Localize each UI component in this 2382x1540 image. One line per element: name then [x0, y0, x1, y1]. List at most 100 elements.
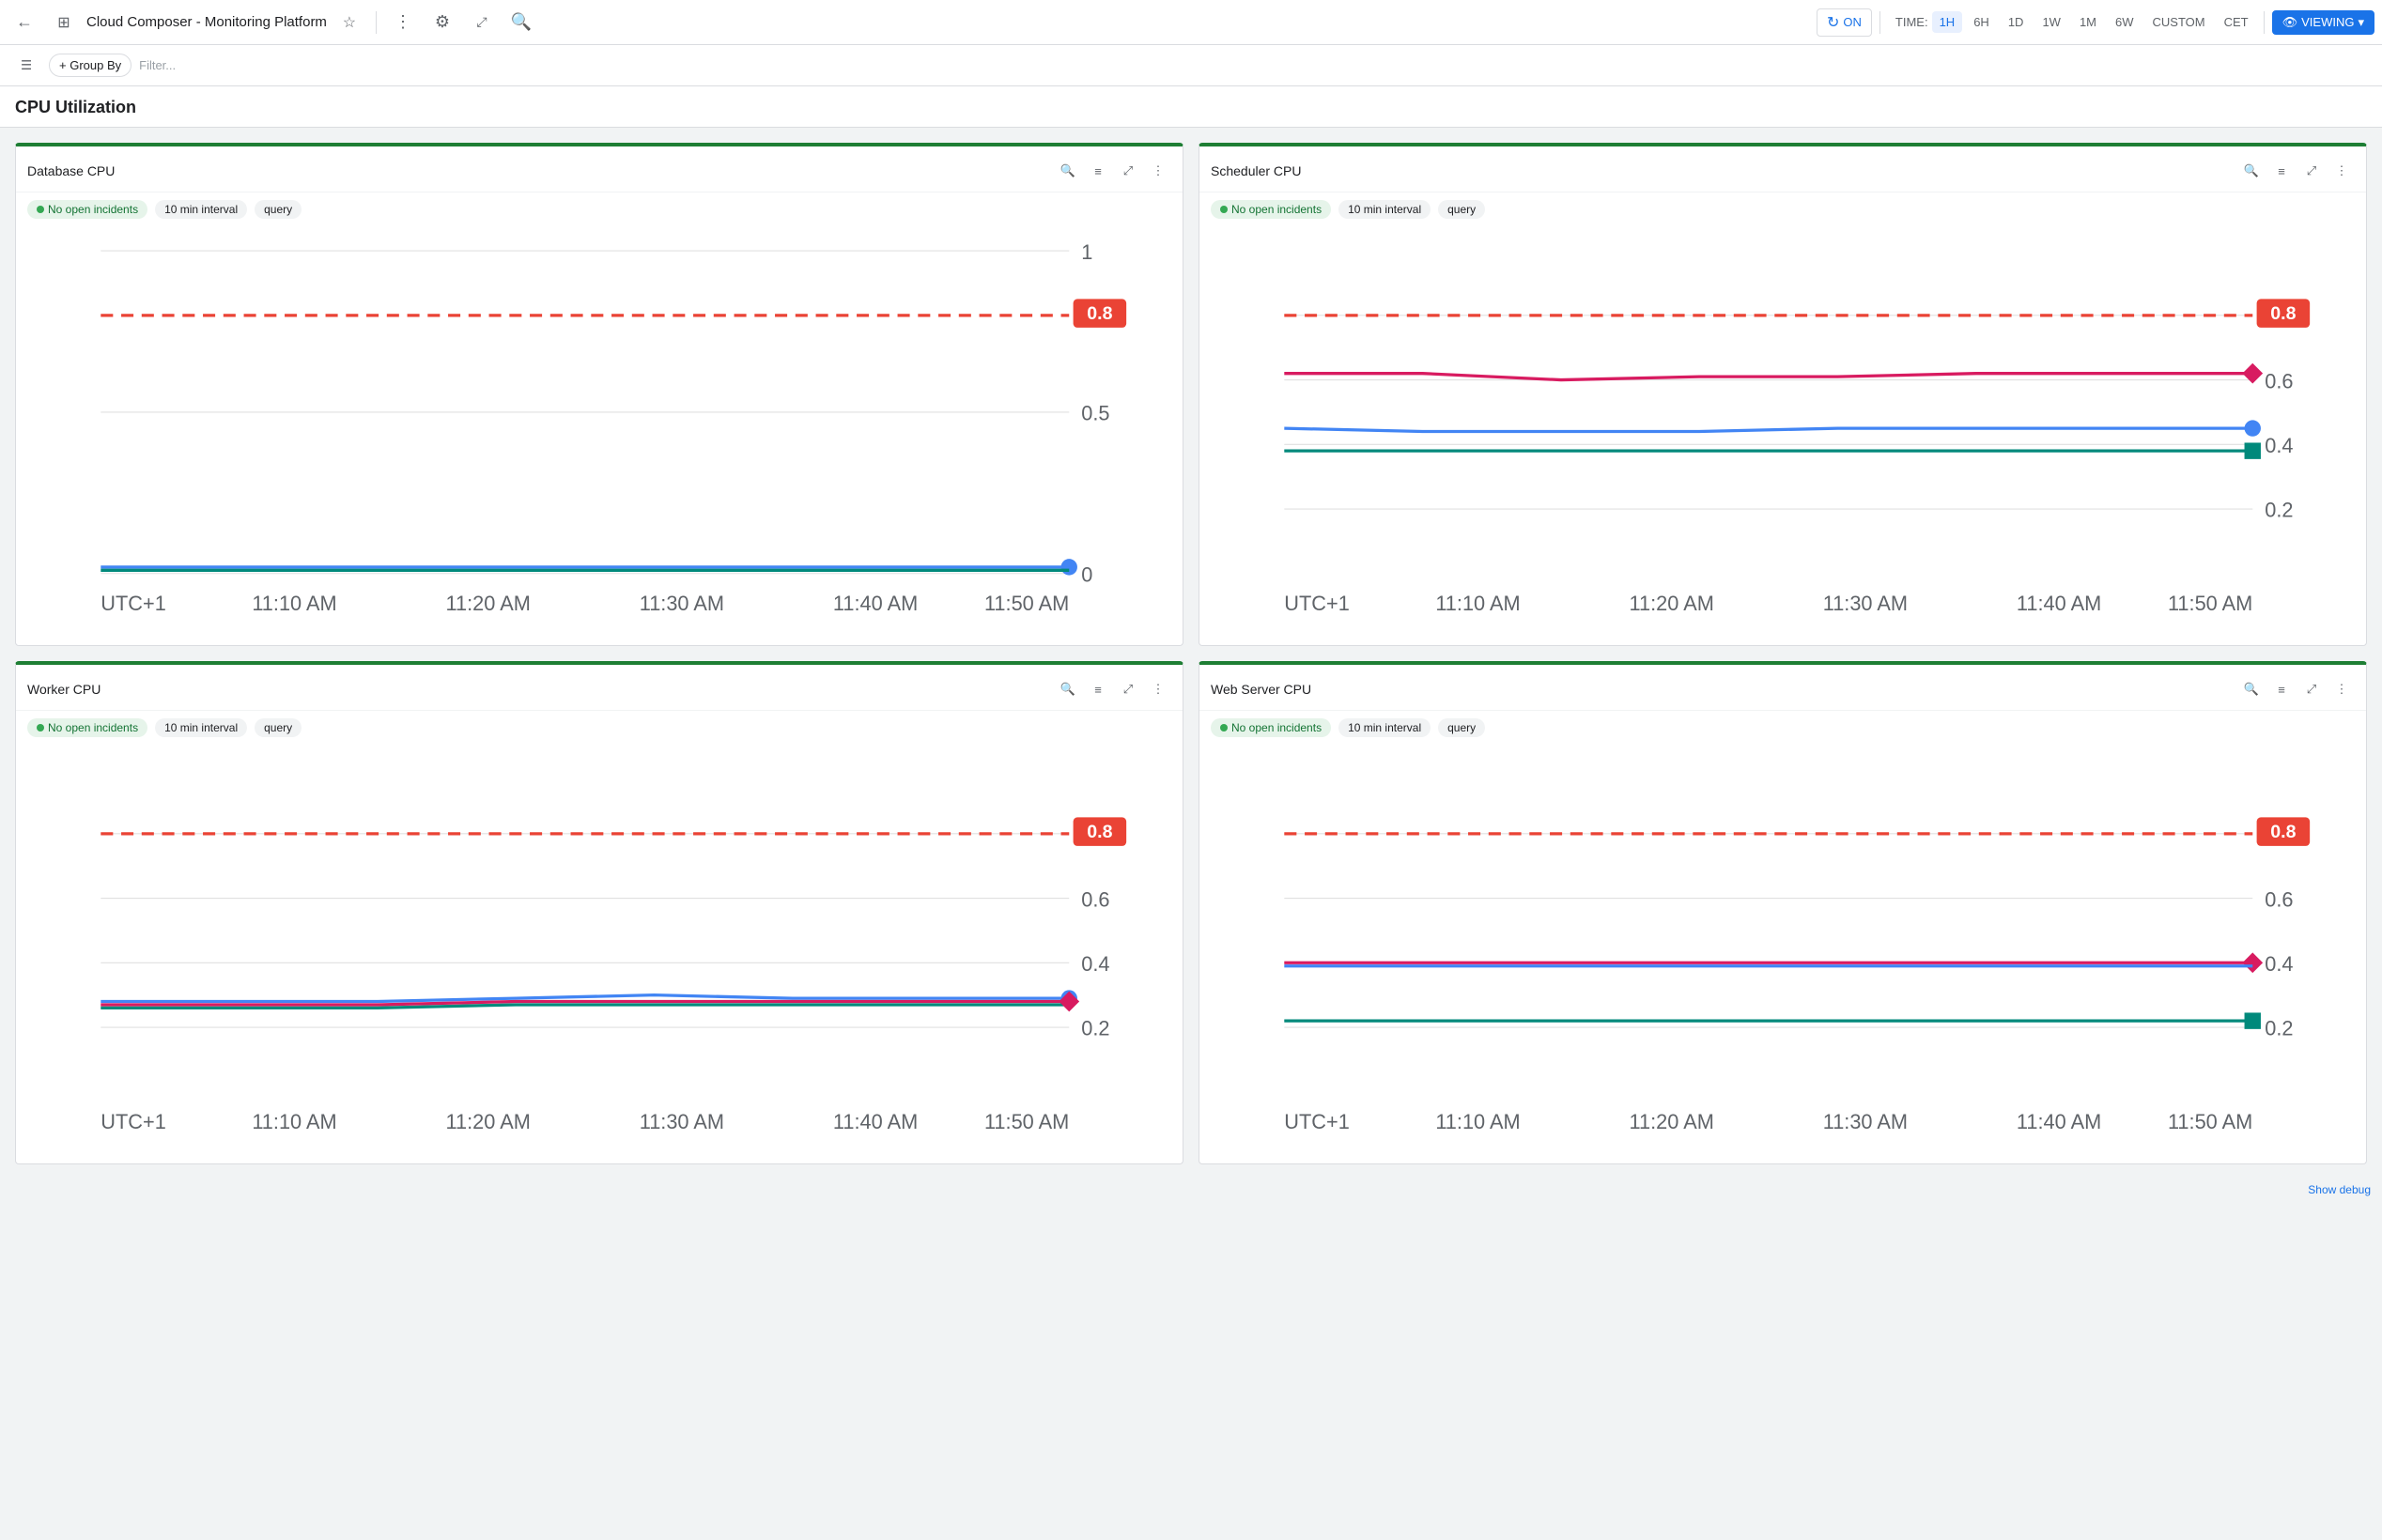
svg-text:11:30 AM: 11:30 AM — [640, 1110, 724, 1133]
chart-legend-icon-web-server-cpu[interactable]: ≡ — [2268, 676, 2295, 702]
chart-card-worker-cpu: Worker CPU🔍≡⤢⋮ No open incidents10 min i… — [15, 661, 1183, 1164]
refresh-icon: ↻ — [1827, 13, 1839, 32]
legend-icon: ≡ — [2278, 683, 2285, 697]
svg-text:0.6: 0.6 — [2265, 369, 2293, 393]
chart-body-database-cpu: 00.510.8UTC+111:10 AM11:20 AM11:30 AM11:… — [16, 226, 1183, 645]
chart-zoom-icon-web-server-cpu[interactable]: 🔍 — [2238, 676, 2265, 702]
chart-fullscreen-icon-worker-cpu[interactable]: ⤢ — [1115, 676, 1141, 702]
chart-card-scheduler-cpu: Scheduler CPU🔍≡⤢⋮ No open incidents10 mi… — [1199, 143, 2367, 646]
chart-title-web-server-cpu: Web Server CPU — [1211, 682, 1311, 697]
star-button[interactable]: ☆ — [333, 6, 366, 39]
incidents-badge-web-server-cpu: No open incidents — [1211, 718, 1331, 737]
more-options-button[interactable]: ⋮ — [386, 6, 420, 39]
search-icon: 🔍 — [511, 12, 532, 32]
svg-text:0.6: 0.6 — [1081, 887, 1109, 911]
settings-button[interactable]: ⚙ — [425, 6, 459, 39]
chart-fullscreen-icon-database-cpu[interactable]: ⤢ — [1115, 158, 1141, 184]
filter-placeholder: Filter... — [139, 58, 176, 72]
time-custom-button[interactable]: CUSTOM — [2145, 11, 2213, 33]
time-6h-button[interactable]: 6H — [1966, 11, 1997, 33]
fullscreen-icon: ⤢ — [1123, 682, 1133, 697]
show-debug-link[interactable]: Show debug — [0, 1179, 2382, 1200]
time-cet-button[interactable]: CET — [2217, 11, 2256, 33]
svg-text:11:30 AM: 11:30 AM — [640, 592, 724, 615]
svg-text:11:40 AM: 11:40 AM — [2017, 592, 2101, 615]
chart-card-database-cpu: Database CPU🔍≡⤢⋮ No open incidents10 min… — [15, 143, 1183, 646]
svg-text:11:30 AM: 11:30 AM — [1823, 592, 1908, 615]
green-dot — [37, 206, 44, 213]
svg-text:0.4: 0.4 — [1081, 952, 1109, 976]
svg-text:11:20 AM: 11:20 AM — [446, 592, 531, 615]
chart-header-scheduler-cpu: Scheduler CPU 🔍 ≡ ⤢ ⋮ — [1199, 146, 2366, 192]
chart-fullscreen-icon-scheduler-cpu[interactable]: ⤢ — [2298, 158, 2325, 184]
query-tag-web-server-cpu: query — [1438, 718, 1485, 737]
svg-text:0.4: 0.4 — [2265, 434, 2293, 457]
chart-actions-web-server-cpu: 🔍 ≡ ⤢ ⋮ — [2238, 676, 2355, 702]
svg-text:0.6: 0.6 — [2265, 887, 2293, 911]
chart-fullscreen-icon-web-server-cpu[interactable]: ⤢ — [2298, 676, 2325, 702]
menu-button[interactable]: ☰ — [11, 51, 41, 81]
green-dot — [1220, 206, 1228, 213]
svg-text:0: 0 — [1081, 562, 1092, 586]
viewing-button[interactable]: 👁 VIEWING ▾ — [2272, 10, 2374, 35]
svg-text:11:10 AM: 11:10 AM — [1435, 1110, 1520, 1133]
svg-text:11:20 AM: 11:20 AM — [446, 1110, 531, 1133]
svg-text:0.4: 0.4 — [2265, 952, 2293, 976]
group-by-button[interactable]: + Group By — [49, 54, 131, 77]
time-1w-button[interactable]: 1W — [2034, 11, 2068, 33]
time-1d-button[interactable]: 1D — [2001, 11, 2032, 33]
chart-more-icon-scheduler-cpu[interactable]: ⋮ — [2328, 158, 2355, 184]
chart-legend-icon-worker-cpu[interactable]: ≡ — [1085, 676, 1111, 702]
zoom-icon: 🔍 — [2244, 163, 2259, 178]
interval-tag-worker-cpu: 10 min interval — [155, 718, 247, 737]
expand-button[interactable]: ⤢ — [465, 6, 499, 39]
refresh-on-button[interactable]: ↻ ON — [1817, 8, 1872, 37]
legend-icon: ≡ — [2278, 164, 2285, 178]
svg-text:0.8: 0.8 — [1087, 303, 1112, 324]
expand-icon: ⤢ — [476, 14, 487, 30]
svg-text:11:40 AM: 11:40 AM — [833, 1110, 918, 1133]
chart-body-web-server-cpu: 0.20.40.60.80.8UTC+111:10 AM11:20 AM11:3… — [1199, 745, 2366, 1163]
chart-more-icon-database-cpu[interactable]: ⋮ — [1145, 158, 1171, 184]
svg-text:11:20 AM: 11:20 AM — [1630, 1110, 1714, 1133]
zoom-icon: 🔍 — [1060, 682, 1075, 697]
back-button[interactable]: ← — [8, 6, 41, 39]
divider-1 — [376, 11, 377, 34]
top-nav: ← ⊞ Cloud Composer - Monitoring Platform… — [0, 0, 2382, 45]
svg-text:UTC+1: UTC+1 — [101, 592, 165, 615]
svg-text:0.5: 0.5 — [1081, 402, 1109, 425]
chart-svg-worker-cpu: 0.20.40.60.80.8UTC+111:10 AM11:20 AM11:3… — [27, 745, 1171, 1153]
chart-more-icon-web-server-cpu[interactable]: ⋮ — [2328, 676, 2355, 702]
interval-tag-database-cpu: 10 min interval — [155, 200, 247, 219]
chart-zoom-icon-scheduler-cpu[interactable]: 🔍 — [2238, 158, 2265, 184]
svg-text:11:30 AM: 11:30 AM — [1823, 1110, 1908, 1133]
chart-title-scheduler-cpu: Scheduler CPU — [1211, 163, 1302, 178]
chart-actions-database-cpu: 🔍 ≡ ⤢⋮ — [1055, 158, 1171, 184]
chart-header-web-server-cpu: Web Server CPU 🔍 ≡ ⤢ ⋮ — [1199, 665, 2366, 711]
svg-text:11:40 AM: 11:40 AM — [833, 592, 918, 615]
svg-text:11:50 AM: 11:50 AM — [984, 592, 1069, 615]
more-icon: ⋮ — [394, 12, 411, 32]
fullscreen-icon: ⤢ — [2307, 682, 2316, 697]
more-icon: ⋮ — [2336, 163, 2348, 178]
svg-text:11:50 AM: 11:50 AM — [2168, 1110, 2252, 1133]
svg-text:0.2: 0.2 — [1081, 1017, 1109, 1040]
search-button[interactable]: 🔍 — [504, 6, 538, 39]
time-1m-button[interactable]: 1M — [2072, 11, 2104, 33]
svg-text:0.8: 0.8 — [1087, 822, 1112, 842]
chart-more-icon-worker-cpu[interactable]: ⋮ — [1145, 676, 1171, 702]
interval-tag-web-server-cpu: 10 min interval — [1338, 718, 1431, 737]
legend-icon: ≡ — [1094, 164, 1102, 178]
time-1h-button[interactable]: 1H — [1932, 11, 1963, 33]
chart-legend-icon-scheduler-cpu[interactable]: ≡ — [2268, 158, 2295, 184]
chart-zoom-icon-database-cpu[interactable]: 🔍 — [1055, 158, 1081, 184]
chart-tags-database-cpu: No open incidents10 min intervalquery — [16, 192, 1183, 226]
time-6w-button[interactable]: 6W — [2108, 11, 2142, 33]
chart-legend-icon-database-cpu[interactable]: ≡ — [1085, 158, 1111, 184]
query-tag-worker-cpu: query — [255, 718, 302, 737]
page-title: Cloud Composer - Monitoring Platform — [86, 14, 327, 30]
svg-text:1: 1 — [1081, 240, 1092, 264]
grid-button[interactable]: ⊞ — [47, 6, 81, 39]
svg-text:11:40 AM: 11:40 AM — [2017, 1110, 2101, 1133]
chart-zoom-icon-worker-cpu[interactable]: 🔍 — [1055, 676, 1081, 702]
